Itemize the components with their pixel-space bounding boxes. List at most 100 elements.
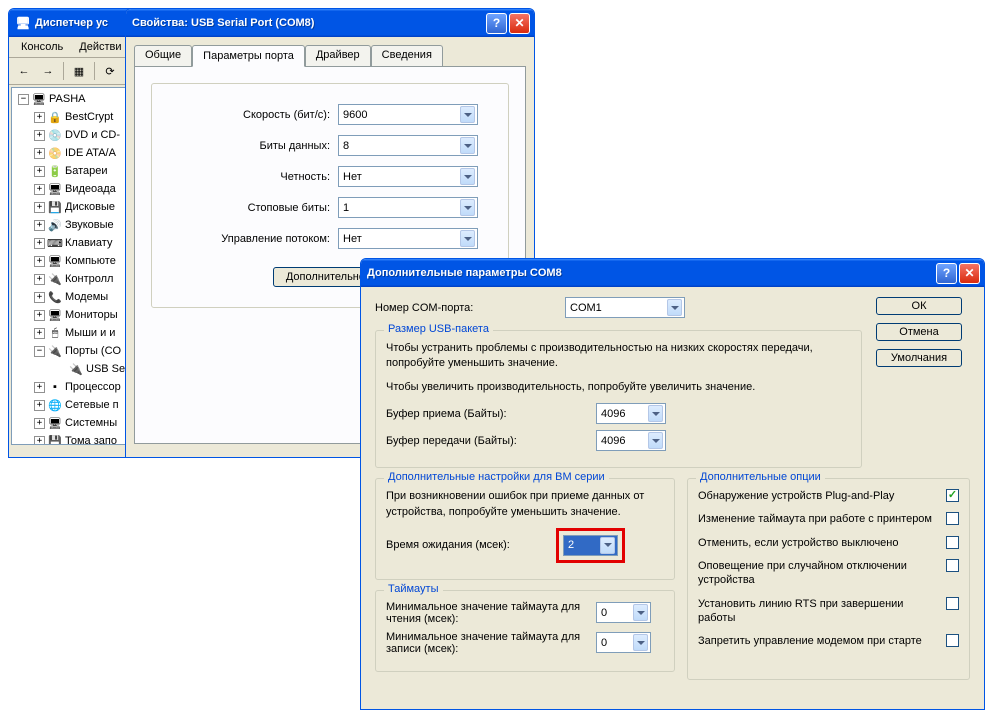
databits-label: Биты данных: (168, 140, 338, 152)
stopbits-label: Стоповые биты: (168, 202, 338, 214)
back-button[interactable]: ← (13, 60, 35, 82)
properties-button[interactable]: ▦ (68, 60, 90, 82)
rx-buffer-label: Буфер приема (Байты): (386, 408, 596, 420)
parity-combo[interactable]: Нет (338, 166, 478, 187)
close-button[interactable]: ✕ (509, 13, 530, 34)
expander-icon[interactable]: + (34, 382, 45, 393)
baud-combo[interactable]: 9600 (338, 104, 478, 125)
chevron-down-icon (460, 106, 475, 123)
flowcontrol-combo[interactable]: Нет (338, 228, 478, 249)
latency-combo[interactable]: 2 (563, 535, 618, 556)
expander-icon[interactable]: + (34, 328, 45, 339)
expander-icon[interactable]: − (34, 346, 45, 357)
device-icon: 🖱 (47, 325, 63, 341)
chevron-down-icon (460, 168, 475, 185)
expander-icon[interactable]: + (34, 112, 45, 123)
expander-icon[interactable]: + (34, 418, 45, 429)
latency-label: Время ожидания (мсек): (386, 539, 556, 551)
read-timeout-combo[interactable]: 0 (596, 602, 651, 623)
device-icon: 🖥 (47, 253, 63, 269)
chevron-down-icon (648, 405, 663, 422)
usb-packet-group: Размер USB-пакета Чтобы устранить пробле… (375, 330, 862, 468)
device-icon: ⌨ (47, 235, 63, 251)
props-titlebar[interactable]: Свойства: USB Serial Port (COM8) ? ✕ (126, 9, 534, 37)
rts-checkbox[interactable] (946, 597, 959, 610)
help-button[interactable]: ? (486, 13, 507, 34)
tab-general[interactable]: Общие (134, 45, 192, 66)
computer-icon: 🖥 (15, 15, 31, 31)
expander-icon[interactable]: + (34, 130, 45, 141)
write-timeout-combo[interactable]: 0 (596, 632, 651, 653)
chevron-down-icon (667, 299, 682, 316)
device-icon: 🔊 (47, 217, 63, 233)
tx-buffer-combo[interactable]: 4096 (596, 430, 666, 451)
expander-icon[interactable]: + (34, 184, 45, 195)
expander-icon[interactable]: + (34, 292, 45, 303)
menu-action[interactable]: Действи (71, 39, 129, 55)
misc-group-title: Дополнительные опции (696, 471, 825, 483)
port-icon: 🔌 (47, 343, 63, 359)
surprise-label: Оповещение при случайном отключении устр… (698, 559, 940, 588)
tx-buffer-label: Буфер передачи (Байты): (386, 435, 596, 447)
refresh-button[interactable]: ⟳ (99, 60, 121, 82)
advanced-dialog: Дополнительные параметры COM8 ? ✕ Номер … (360, 258, 985, 710)
rx-buffer-combo[interactable]: 4096 (596, 403, 666, 424)
defaults-button[interactable]: Умолчания (876, 349, 962, 367)
databits-combo[interactable]: 8 (338, 135, 478, 156)
expander-icon[interactable]: + (34, 256, 45, 267)
device-icon: 💾 (47, 433, 63, 445)
stopbits-combo[interactable]: 1 (338, 197, 478, 218)
expander-icon[interactable]: − (18, 94, 29, 105)
forward-button[interactable]: → (37, 60, 59, 82)
parity-label: Четность: (168, 171, 338, 183)
tab-driver[interactable]: Драйвер (305, 45, 371, 66)
adv-titlebar[interactable]: Дополнительные параметры COM8 ? ✕ (361, 259, 984, 287)
device-icon: ▪ (47, 379, 63, 395)
usb-group-title: Размер USB-пакета (384, 323, 493, 335)
bm-settings-group: Дополнительные настройки для BM серии Пр… (375, 478, 675, 580)
expander-icon[interactable]: + (34, 436, 45, 446)
rts-label: Установить линию RTS при завершении рабо… (698, 597, 940, 626)
expander-icon[interactable]: + (34, 148, 45, 159)
latency-highlight: 2 (556, 528, 625, 563)
cancel-off-checkbox[interactable] (946, 536, 959, 549)
expander-icon[interactable]: + (34, 238, 45, 249)
expander-icon[interactable]: + (34, 220, 45, 231)
surprise-checkbox[interactable] (946, 559, 959, 572)
expander-icon[interactable]: + (34, 202, 45, 213)
chevron-down-icon (633, 604, 648, 621)
device-icon: 💿 (47, 127, 63, 143)
adv-title: Дополнительные параметры COM8 (367, 267, 936, 279)
tab-details[interactable]: Сведения (371, 45, 443, 66)
cancel-button[interactable]: Отмена (876, 323, 962, 341)
adv-body: Номер COM-порта: COM1 Размер USB-пакета … (361, 287, 984, 700)
menu-console[interactable]: Консоль (13, 39, 71, 55)
expander-icon[interactable]: + (34, 310, 45, 321)
baud-label: Скорость (бит/с): (168, 109, 338, 121)
help-button[interactable]: ? (936, 263, 957, 284)
port-icon: 🔌 (68, 361, 84, 377)
ok-button[interactable]: ОК (876, 297, 962, 315)
expander-icon[interactable]: + (34, 274, 45, 285)
usb-help-text2: Чтобы увеличить производительность, попр… (386, 380, 851, 395)
close-button[interactable]: ✕ (959, 263, 980, 284)
com-port-combo[interactable]: COM1 (565, 297, 685, 318)
usb-help-text1: Чтобы устранить проблемы с производитель… (386, 341, 851, 372)
printer-checkbox[interactable] (946, 512, 959, 525)
flowcontrol-label: Управление потоком: (168, 233, 338, 245)
modem-checkbox[interactable] (946, 634, 959, 647)
pnp-checkbox[interactable] (946, 489, 959, 502)
pnp-label: Обнаружение устройств Plug-and-Play (698, 489, 940, 503)
computer-icon: 🖥 (31, 91, 47, 107)
device-icon: 🖥 (47, 307, 63, 323)
printer-label: Изменение таймаута при работе с принтеро… (698, 512, 940, 526)
timeouts-group: Таймауты Минимальное значение таймаута д… (375, 590, 675, 672)
expander-icon[interactable]: + (34, 400, 45, 411)
expander-icon[interactable]: + (34, 166, 45, 177)
cancel-off-label: Отменить, если устройство выключено (698, 536, 940, 550)
tab-port-settings[interactable]: Параметры порта (192, 45, 305, 67)
bm-group-title: Дополнительные настройки для BM серии (384, 471, 609, 483)
bm-help-text: При возникновении ошибок при приеме данн… (386, 489, 664, 520)
separator (94, 62, 95, 80)
device-icon: 🌐 (47, 397, 63, 413)
